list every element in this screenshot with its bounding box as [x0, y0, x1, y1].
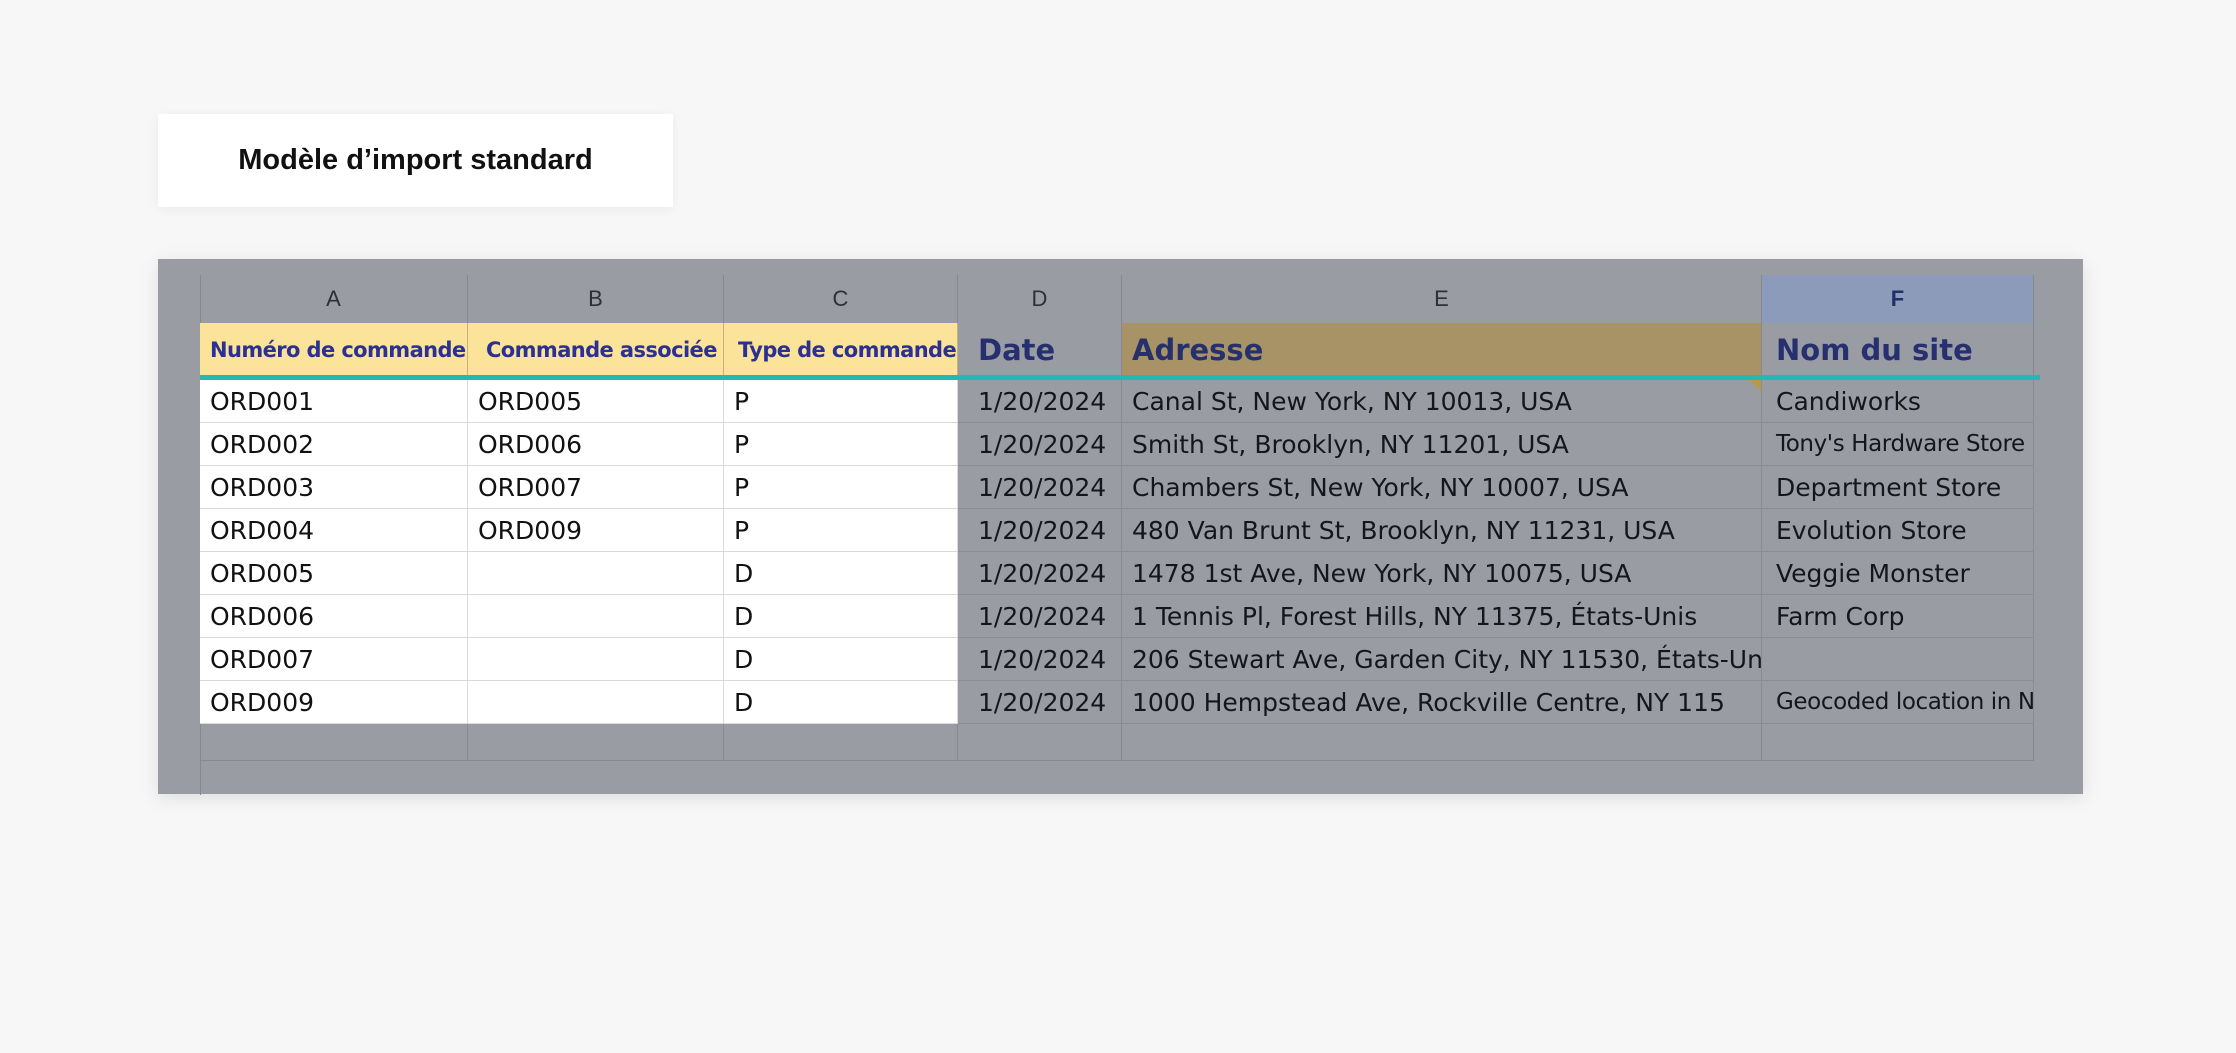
header-date[interactable]: Date	[958, 323, 1122, 377]
empty-cell[interactable]	[468, 724, 724, 761]
cell-linked-order[interactable]: ORD009	[468, 509, 724, 552]
cell-address[interactable]: 1000 Hempstead Ave, Rockville Centre, NY…	[1122, 681, 1762, 724]
cell-site-name[interactable]	[1762, 638, 2034, 681]
cell-linked-order[interactable]	[468, 638, 724, 681]
column-header-e[interactable]: E	[1122, 275, 1762, 323]
table-row: ORD007 D 1/20/2024 206 Stewart Ave, Gard…	[200, 638, 2040, 681]
empty-cell[interactable]	[200, 724, 468, 761]
cell-order-number[interactable]: ORD005	[200, 552, 468, 595]
title-card: Modèle d’import standard	[158, 114, 673, 207]
header-address[interactable]: Adresse	[1122, 323, 1762, 377]
cell-order-type[interactable]: D	[724, 681, 958, 724]
cell-order-type[interactable]: P	[724, 466, 958, 509]
cell-date[interactable]: 1/20/2024	[958, 466, 1122, 509]
table-row: ORD001 ORD005 P 1/20/2024 Canal St, New …	[200, 380, 2040, 423]
cell-date[interactable]: 1/20/2024	[958, 509, 1122, 552]
cell-site-name[interactable]: Veggie Monster	[1762, 552, 2034, 595]
table-row: ORD004 ORD009 P 1/20/2024 480 Van Brunt …	[200, 509, 2040, 552]
cell-date[interactable]: 1/20/2024	[958, 423, 1122, 466]
cell-linked-order[interactable]	[468, 681, 724, 724]
cell-address[interactable]: 206 Stewart Ave, Garden City, NY 11530, …	[1122, 638, 1762, 681]
cell-site-name[interactable]: Farm Corp	[1762, 595, 2034, 638]
cell-order-type[interactable]: P	[724, 380, 958, 423]
empty-cell[interactable]	[958, 724, 1122, 761]
cell-date[interactable]: 1/20/2024	[958, 681, 1122, 724]
cell-date[interactable]: 1/20/2024	[958, 552, 1122, 595]
cell-order-number[interactable]: ORD003	[200, 466, 468, 509]
cell-linked-order[interactable]: ORD006	[468, 423, 724, 466]
cell-site-name[interactable]: Department Store	[1762, 466, 2034, 509]
cell-order-number[interactable]: ORD009	[200, 681, 468, 724]
cell-address[interactable]: Canal St, New York, NY 10013, USA	[1122, 380, 1762, 423]
cell-address[interactable]: Smith St, Brooklyn, NY 11201, USA	[1122, 423, 1762, 466]
cell-order-number[interactable]: ORD004	[200, 509, 468, 552]
header-linked-order[interactable]: Commande associée	[468, 323, 724, 377]
cell-site-name[interactable]: Candiworks	[1762, 380, 2034, 423]
header-site-name[interactable]: Nom du site	[1762, 323, 2034, 377]
cell-date[interactable]: 1/20/2024	[958, 380, 1122, 423]
header-order-type[interactable]: Type de commande	[724, 323, 958, 377]
table-row: ORD005 D 1/20/2024 1478 1st Ave, New Yor…	[200, 552, 2040, 595]
cell-address[interactable]: 1478 1st Ave, New York, NY 10075, USA	[1122, 552, 1762, 595]
empty-cell[interactable]	[724, 724, 958, 761]
cell-order-type[interactable]: P	[724, 423, 958, 466]
cell-address[interactable]: Chambers St, New York, NY 10007, USA	[1122, 466, 1762, 509]
cell-linked-order[interactable]: ORD007	[468, 466, 724, 509]
cell-order-number[interactable]: ORD007	[200, 638, 468, 681]
cell-site-name[interactable]: Tony's Hardware Store	[1762, 423, 2034, 466]
table-row: ORD003 ORD007 P 1/20/2024 Chambers St, N…	[200, 466, 2040, 509]
page-title: Modèle d’import standard	[238, 144, 593, 176]
column-header-b[interactable]: B	[468, 275, 724, 323]
table-row: ORD009 D 1/20/2024 1000 Hempstead Ave, R…	[200, 681, 2040, 724]
cell-order-number[interactable]: ORD006	[200, 595, 468, 638]
column-header-a[interactable]: A	[200, 275, 468, 323]
cell-site-name[interactable]: Evolution Store	[1762, 509, 2034, 552]
empty-cell[interactable]	[1762, 724, 2034, 761]
empty-cell[interactable]	[1122, 724, 1762, 761]
column-header-f[interactable]: F	[1762, 275, 2034, 323]
spreadsheet-panel: A B C D E F Numéro de commande Commande …	[158, 259, 2083, 795]
cell-order-number[interactable]: ORD002	[200, 423, 468, 466]
cell-order-number[interactable]: ORD001	[200, 380, 468, 423]
cell-order-type[interactable]: D	[724, 595, 958, 638]
cell-linked-order[interactable]	[468, 595, 724, 638]
empty-row	[200, 724, 2040, 761]
cell-date[interactable]: 1/20/2024	[958, 638, 1122, 681]
column-header-c[interactable]: C	[724, 275, 958, 323]
table-row: ORD002 ORD006 P 1/20/2024 Smith St, Broo…	[200, 423, 2040, 466]
cell-date[interactable]: 1/20/2024	[958, 595, 1122, 638]
cell-address[interactable]: 480 Van Brunt St, Brooklyn, NY 11231, US…	[1122, 509, 1762, 552]
cell-address[interactable]: 1 Tennis Pl, Forest Hills, NY 11375, Éta…	[1122, 595, 1762, 638]
column-header-d[interactable]: D	[958, 275, 1122, 323]
table-row: ORD006 D 1/20/2024 1 Tennis Pl, Forest H…	[200, 595, 2040, 638]
header-order-number[interactable]: Numéro de commande	[200, 323, 468, 377]
cell-linked-order[interactable]	[468, 552, 724, 595]
cell-linked-order[interactable]: ORD005	[468, 380, 724, 423]
cell-site-name[interactable]: Geocoded location in NY	[1762, 681, 2034, 724]
cell-order-type[interactable]: D	[724, 638, 958, 681]
cell-order-type[interactable]: D	[724, 552, 958, 595]
cell-order-type[interactable]: P	[724, 509, 958, 552]
